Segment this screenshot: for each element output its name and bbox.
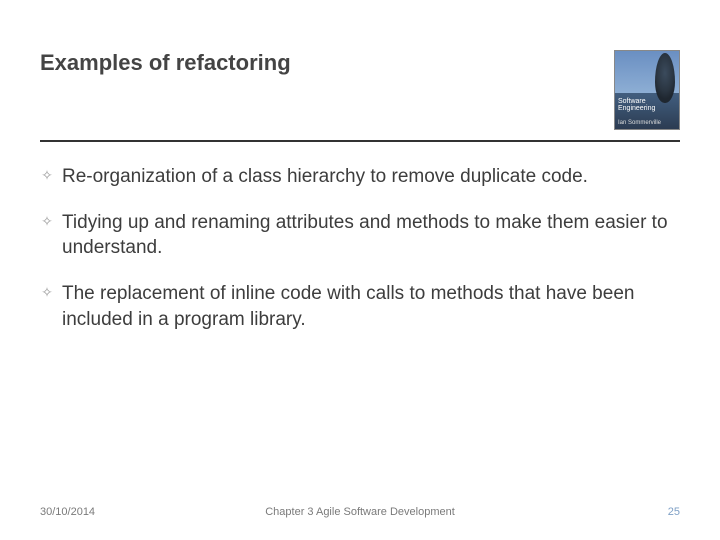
book-building bbox=[655, 53, 675, 103]
slide-title: Examples of refactoring bbox=[40, 50, 291, 76]
book-cover-image: Software Engineering Ian Sommerville bbox=[614, 50, 680, 130]
book-author: Ian Sommerville bbox=[618, 120, 661, 126]
page-number: 25 bbox=[668, 506, 680, 518]
body: ✧ Re-organization of a class hierarchy t… bbox=[40, 164, 680, 352]
diamond-icon: ✧ bbox=[40, 285, 54, 299]
diamond-icon: ✧ bbox=[40, 214, 54, 228]
slide: Examples of refactoring Software Enginee… bbox=[0, 0, 720, 540]
book-title-line1: Software bbox=[618, 98, 646, 105]
footer: 30/10/2014 25 bbox=[40, 506, 680, 518]
bullet-text: Re-organization of a class hierarchy to … bbox=[62, 164, 588, 190]
bullet-item: ✧ Re-organization of a class hierarchy t… bbox=[40, 164, 680, 190]
book-title-line2: Engineering bbox=[618, 105, 655, 112]
bullet-text: Tidying up and renaming attributes and m… bbox=[62, 210, 680, 261]
divider-line bbox=[40, 140, 680, 142]
bullet-item: ✧ Tidying up and renaming attributes and… bbox=[40, 210, 680, 261]
bullet-item: ✧ The replacement of inline code with ca… bbox=[40, 281, 680, 332]
footer-date: 30/10/2014 bbox=[40, 506, 95, 518]
header: Examples of refactoring Software Enginee… bbox=[40, 50, 680, 130]
book-title: Software Engineering bbox=[618, 98, 655, 113]
bullet-text: The replacement of inline code with call… bbox=[62, 281, 680, 332]
diamond-icon: ✧ bbox=[40, 168, 54, 182]
